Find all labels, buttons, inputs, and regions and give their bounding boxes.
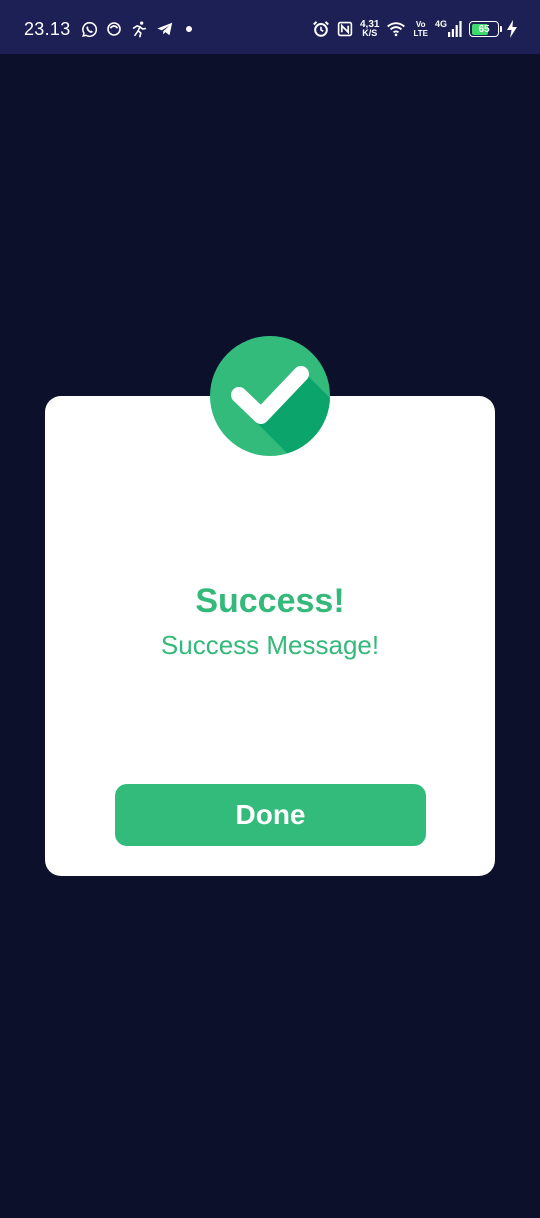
dialog-message: Success Message! — [160, 630, 380, 660]
check-circle-icon — [210, 336, 330, 456]
signal-bars-icon — [448, 21, 462, 37]
dialog-title: Success! — [195, 582, 345, 620]
battery-indicator: 65 — [469, 21, 502, 37]
volte-bottom: LTE — [413, 29, 428, 38]
signal-indicator: 4G — [434, 19, 462, 37]
fitness-icon — [130, 20, 148, 38]
volte-top: Vo — [415, 20, 426, 29]
status-bar-left: 23.13 — [24, 0, 196, 58]
charging-icon — [506, 20, 518, 38]
whatsapp-icon — [81, 21, 98, 38]
status-time: 23.13 — [24, 18, 71, 39]
alarm-icon — [312, 20, 330, 38]
done-button[interactable]: Done — [115, 784, 426, 846]
status-bar-right: 4,31 K/S Vo LTE 4G 65 — [312, 0, 518, 58]
volte-indicator: Vo LTE — [413, 20, 428, 38]
battery-cap — [499, 26, 502, 32]
messenger-icon — [106, 21, 122, 37]
telegram-icon — [156, 20, 174, 38]
nfc-icon — [337, 21, 353, 37]
network-speed: 4,31 K/S — [360, 20, 379, 38]
wifi-icon — [386, 21, 406, 37]
status-bar: 23.13 4,31 K/S Vo LTE 4G 65 — [0, 0, 540, 54]
network-type: 4G — [434, 19, 447, 29]
network-speed-unit: K/S — [362, 28, 378, 38]
notification-dot-icon — [182, 22, 196, 36]
battery-level: 65 — [478, 23, 490, 35]
